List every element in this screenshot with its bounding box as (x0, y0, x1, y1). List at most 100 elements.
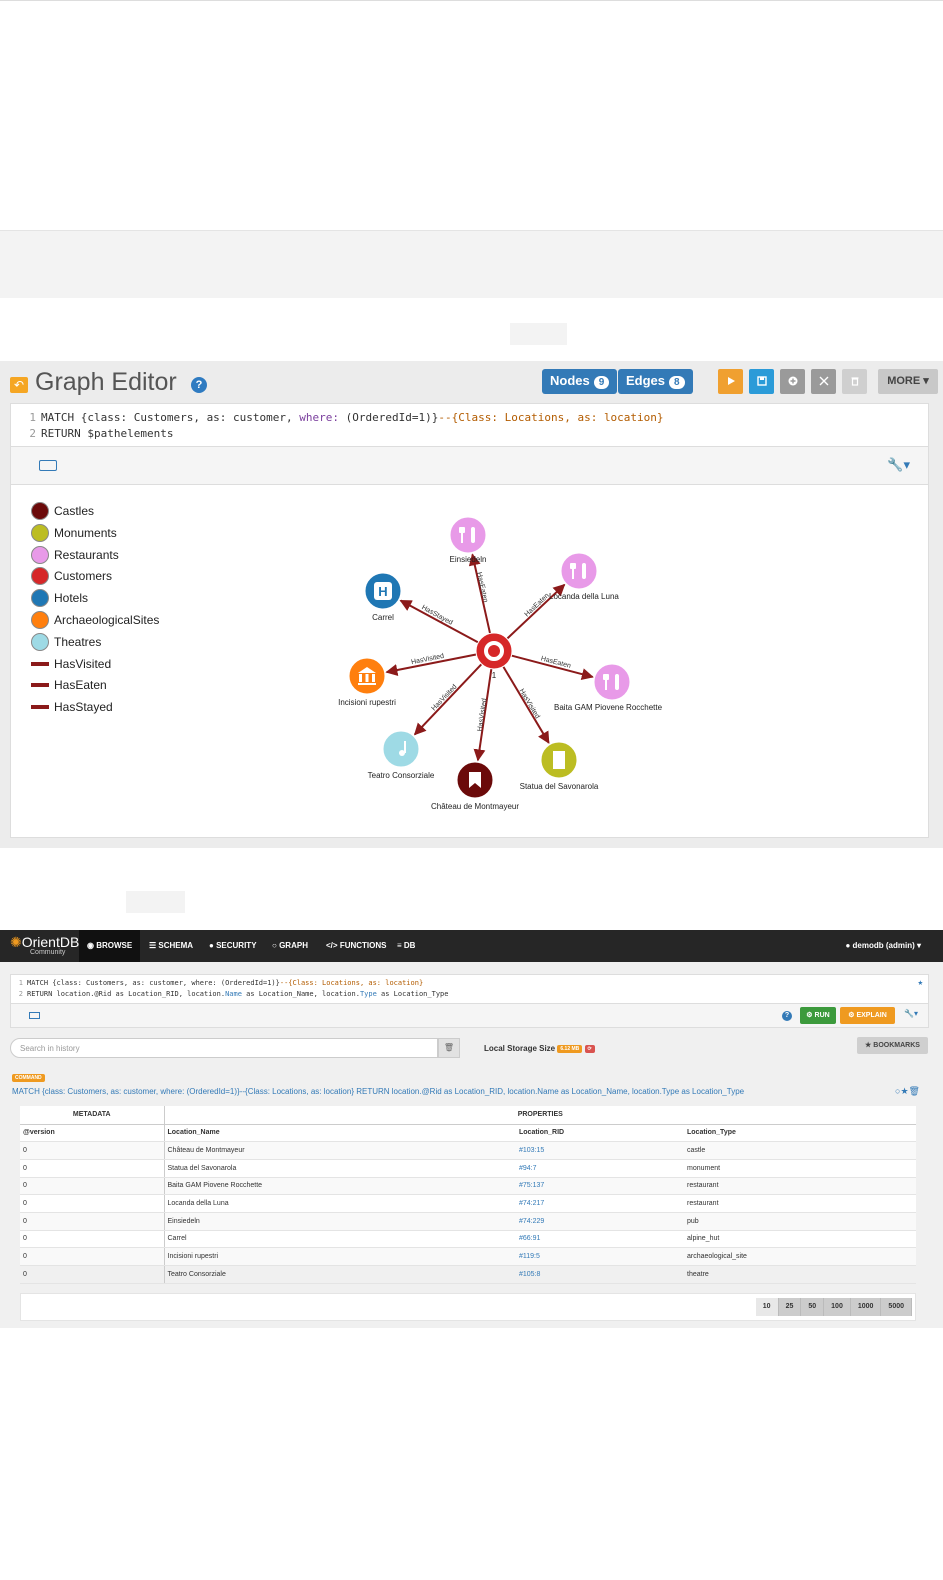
edge-label: HasEaten (475, 572, 489, 604)
table-row[interactable]: 0 Carrel #66:91 alpine_hut (20, 1230, 916, 1249)
graph-node[interactable] (449, 516, 487, 554)
nav-functions[interactable]: </> FUNCTIONS (318, 930, 394, 962)
nav-label: FUNCTIONS (339, 941, 387, 950)
keyboard-icon[interactable] (39, 460, 57, 471)
graph-node[interactable] (382, 730, 420, 768)
query-editor[interactable]: 1 MATCH {class: Customers, as: customer, … (10, 403, 929, 447)
history-search-input[interactable]: Search in history (10, 1038, 438, 1058)
table-row[interactable]: 0 Teatro Consorziale #105:8 theatre (20, 1265, 916, 1284)
table-row[interactable]: 0 Château de Montmayeur #103:15 castle (20, 1141, 916, 1160)
column-header[interactable]: Location_Type (684, 1124, 916, 1143)
line-number: 1 (18, 979, 23, 987)
studio-toolbar: ? ⚙ RUN ⚙ EXPLAIN 🔧▾ (10, 1004, 929, 1028)
graph-node[interactable] (560, 552, 598, 590)
placeholder-band (0, 230, 943, 298)
table-cell[interactable]: #74:217 (516, 1194, 684, 1213)
star-icon[interactable]: ★ (900, 1086, 908, 1096)
table-row[interactable]: 0 Incisioni rupestri #119:5 archaeological_… (20, 1247, 916, 1266)
keyboard-icon[interactable] (29, 1012, 40, 1019)
more-dropdown[interactable]: MORE ▾ (878, 369, 938, 394)
graph-node[interactable] (593, 663, 631, 701)
table-cell[interactable]: #94:7 (516, 1159, 684, 1178)
explain-button[interactable]: ⚙ EXPLAIN (840, 1007, 895, 1024)
bookmark-star-icon[interactable]: ★ (918, 978, 923, 988)
page-size-option[interactable]: 5000 (881, 1298, 912, 1316)
table-cell: archaeological_site (684, 1247, 916, 1266)
nodes-button[interactable]: Nodes 9 (542, 369, 618, 394)
table-cell[interactable]: #103:15 (516, 1141, 684, 1160)
table-cell: restaurant (684, 1177, 916, 1196)
table-cell: pub (684, 1212, 916, 1231)
table-row[interactable]: 0 Statua del Savonarola #94:7 monument (20, 1159, 916, 1178)
table-cell[interactable]: #119:5 (516, 1247, 684, 1266)
table-row[interactable]: 0 Einsiedeln #74:229 pub (20, 1212, 916, 1231)
storage-badge: 6.12 MB (557, 1044, 583, 1053)
column-header[interactable]: Location_RID (516, 1124, 684, 1143)
edges-button[interactable]: Edges 8 (618, 369, 693, 394)
refresh-icon[interactable]: ⟳ (584, 1044, 595, 1053)
plus-circle-icon (788, 376, 797, 386)
studio-query-editor[interactable]: 1 MATCH {class: Customers, as: customer, … (10, 974, 929, 1004)
code-line: 2 RETURN location.@Rid as Location_RID, l… (11, 989, 449, 1000)
table-cell[interactable]: #105:8 (516, 1265, 684, 1284)
play-button[interactable] (718, 369, 743, 394)
studio-panel: ✺OrientDB Community ◉ BROWSE ☰ SCHEMA ● … (0, 930, 943, 1328)
list-icon: ☰ (149, 941, 157, 950)
nav-db[interactable]: ≡ DB (389, 930, 423, 962)
run-button[interactable]: ⚙ RUN (800, 1007, 836, 1024)
code-token: as Location_Type (376, 990, 449, 998)
help-icon[interactable]: ? (782, 1011, 792, 1021)
storage-info: Local Storage Size 6.12 MB ⟳ (484, 1044, 595, 1053)
expand-icon (819, 376, 828, 386)
clear-history-button[interactable]: 🗑 (438, 1038, 460, 1058)
code-token: (OrderedId=1)} (339, 411, 439, 424)
customer-node[interactable] (475, 632, 513, 670)
fullscreen-button[interactable] (811, 369, 836, 394)
column-header[interactable]: @version (20, 1124, 164, 1143)
user-icon: ● (845, 941, 851, 950)
trash-icon[interactable]: 🗑 (909, 1086, 920, 1096)
nav-security[interactable]: ● SECURITY (201, 930, 265, 962)
node-label: Château de Montmayeur (431, 802, 519, 811)
page-size-option[interactable]: 1000 (850, 1298, 882, 1316)
table-cell: 0 (20, 1265, 164, 1284)
table-cell: 0 (20, 1247, 164, 1266)
trash-icon: 🗑 (443, 1043, 455, 1052)
play-icon (727, 377, 735, 385)
page-size-option[interactable]: 25 (778, 1298, 802, 1316)
graph-editor-panel: ↶ Graph Editor ? Nodes 9 Edges 8 MORE ▾ 1M… (0, 361, 943, 848)
table-row[interactable]: 0 Locanda della Luna #74:217 restaurant (20, 1194, 916, 1213)
nav-browse[interactable]: ◉ BROWSE (79, 930, 141, 962)
user-icon: ● (209, 941, 214, 950)
table-cell[interactable]: #66:91 (516, 1230, 684, 1249)
table-cell[interactable]: #74:229 (516, 1212, 684, 1231)
help-icon[interactable]: ? (191, 377, 207, 393)
table-row[interactable]: 0 Baita GAM Piovene Rocchette #75:137 resta… (20, 1177, 916, 1196)
delete-button[interactable] (842, 369, 867, 394)
nav-schema[interactable]: ☰ SCHEMA (141, 930, 201, 962)
save-button[interactable] (749, 369, 774, 394)
node-label: Statua del Savonarola (520, 782, 599, 791)
wrench-icon[interactable]: 🔧▾ (904, 1009, 918, 1018)
page-size-option[interactable]: 100 (824, 1298, 851, 1316)
code-line: 1 MATCH {class: Customers, as: customer, … (11, 410, 663, 426)
user-menu[interactable]: ● demodb (admin) ▾ (845, 930, 921, 962)
graph-svg[interactable]: HasEatenHasEatenHasEatenHasVisitedHasVis… (11, 485, 930, 838)
bookmarks-button[interactable]: ★ BOOKMARKS (857, 1037, 928, 1054)
page-size-option[interactable]: 10 (755, 1298, 779, 1316)
graph-canvas[interactable]: Castles Monuments Restaurants Customers Hote… (10, 485, 929, 838)
nav-label: SCHEMA (158, 941, 194, 950)
table-cell[interactable]: #75:137 (516, 1177, 684, 1196)
wrench-icon[interactable]: 🔧▾ (887, 457, 910, 473)
orientdb-logo[interactable]: ✺OrientDB Community (10, 934, 79, 956)
command-text[interactable]: MATCH {class: Customers, as: customer, w… (12, 1087, 812, 1096)
column-header[interactable]: Location_Name (163, 1124, 516, 1143)
graph-edge[interactable] (413, 662, 484, 736)
nav-graph[interactable]: ○ GRAPH (264, 930, 316, 962)
table-cell: Incisioni rupestri (163, 1247, 516, 1266)
back-icon[interactable]: ↶ (10, 377, 28, 393)
add-button[interactable] (780, 369, 805, 394)
graph-edge[interactable] (399, 599, 480, 644)
page-size-option[interactable]: 50 (801, 1298, 825, 1316)
nav-label: SECURITY (216, 941, 257, 950)
